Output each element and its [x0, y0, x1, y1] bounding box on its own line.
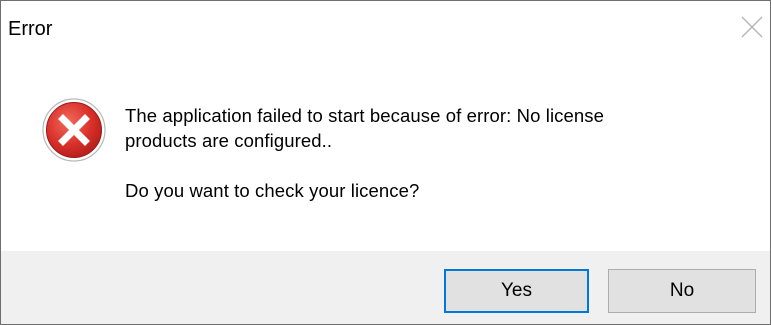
close-icon[interactable]	[737, 12, 767, 42]
yes-button[interactable]: Yes	[444, 269, 589, 313]
question-text: Do you want to check your licence?	[125, 180, 420, 201]
dialog-message: The application failed to start because …	[125, 103, 745, 203]
error-icon	[41, 97, 107, 163]
message-line-2: products are configured..	[125, 130, 333, 151]
dialog-content: The application failed to start because …	[1, 47, 770, 251]
error-dialog: Error The application failed to start be…	[0, 0, 771, 325]
dialog-title: Error	[8, 18, 53, 40]
dialog-button-bar: Yes No	[1, 251, 770, 324]
message-line-1: The application failed to start because …	[125, 105, 605, 126]
dialog-titlebar[interactable]: Error	[1, 1, 770, 47]
no-button[interactable]: No	[608, 269, 756, 313]
